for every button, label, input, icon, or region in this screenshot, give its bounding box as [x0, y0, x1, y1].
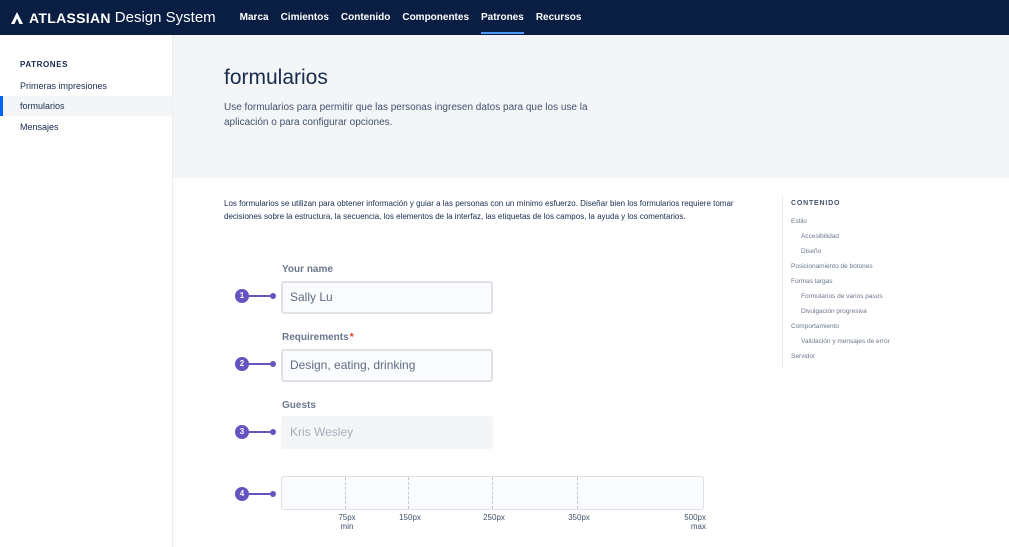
your-name-field[interactable]: Sally Lu — [281, 281, 493, 314]
marker-number: 2 — [235, 357, 249, 371]
marker-number: 4 — [235, 487, 249, 501]
sidebar-item-mensajes[interactable]: Mensajes — [0, 117, 172, 137]
width-guide-150 — [408, 477, 409, 509]
nav-marca[interactable]: Marca — [234, 0, 275, 35]
your-name-label: Your name — [282, 264, 333, 275]
nav-cimientos[interactable]: Cimientos — [275, 0, 335, 35]
toc-item-accesibilidad[interactable]: Accesibilidad — [801, 233, 839, 240]
page-hero: formularios Use formularios para permiti… — [173, 35, 1009, 178]
marker-number: 1 — [235, 289, 249, 303]
width-label-150: 150px — [399, 513, 421, 522]
page-description: Use formularios para permitir que las pe… — [224, 102, 588, 128]
requirements-field[interactable]: Design, eating, drinking — [281, 349, 493, 382]
toc-item-servidor[interactable]: Servidor — [791, 353, 815, 360]
sidebar-item-primeras-impresiones[interactable]: Primeras impresiones — [0, 76, 172, 96]
width-label-350: 350px — [568, 513, 590, 522]
toc-item-validacion[interactable]: Validación y mensajes de error — [801, 338, 890, 345]
sidebar-item-formularios[interactable]: formularios — [0, 96, 172, 116]
atlassian-logo[interactable]: ATLASSIAN Design System — [10, 9, 216, 26]
width-label-75: 75px min — [338, 513, 356, 531]
annotation-marker-4: 4 — [235, 487, 277, 501]
main-nav: Marca Cimientos Contenido Componentes Pa… — [234, 0, 588, 35]
nav-contenido[interactable]: Contenido — [335, 0, 396, 35]
toc-item-varios-pasos[interactable]: Formularios de varios pasos — [801, 293, 883, 300]
width-guide-75 — [345, 477, 346, 509]
annotation-marker-2: 2 — [235, 357, 277, 371]
toc-item-posicionamiento[interactable]: Posicionamiento de botones — [791, 263, 873, 270]
width-guide-350 — [577, 477, 578, 509]
table-of-contents: CONTENIDO Estilo Accesibilidad Diseño Po… — [782, 195, 982, 368]
requirements-label: Requirements* — [282, 332, 354, 343]
nav-patrones[interactable]: Patrones — [475, 0, 530, 35]
width-label-250: 250px — [483, 513, 505, 522]
sidebar-heading: PATRONES — [20, 60, 69, 69]
required-asterisk: * — [349, 332, 354, 343]
guests-label: Guests — [282, 400, 316, 411]
top-navigation: ATLASSIAN Design System Marca Cimientos … — [0, 0, 1009, 35]
toc-item-comportamiento[interactable]: Comportamiento — [791, 323, 839, 330]
brand-name: ATLASSIAN — [29, 9, 111, 26]
atlassian-logo-icon — [11, 11, 23, 24]
nav-recursos[interactable]: Recursos — [530, 0, 588, 35]
marker-number: 3 — [235, 425, 249, 439]
annotation-marker-1: 1 — [235, 289, 277, 303]
toc-item-divulgacion[interactable]: Divulgación progresiva — [801, 308, 867, 315]
annotation-marker-3: 3 — [235, 425, 277, 439]
width-label-500: 500px max — [684, 513, 706, 531]
nav-componentes[interactable]: Componentes — [396, 0, 475, 35]
field-width-scale — [281, 476, 704, 510]
toc-item-formas-largas[interactable]: Formas largas — [791, 278, 833, 285]
guests-field-disabled: Kris Wesley — [281, 416, 493, 449]
toc-title: CONTENIDO — [791, 200, 841, 207]
intro-paragraph: Los formularios se utilizan para obtener… — [224, 199, 734, 221]
product-name: Design System — [114, 9, 216, 26]
sidebar: PATRONES Primeras impresiones formulario… — [0, 35, 173, 547]
page-title: formularios — [224, 66, 328, 89]
toc-item-estilo[interactable]: Estilo — [791, 218, 807, 225]
toc-item-diseno[interactable]: Diseño — [801, 248, 821, 255]
width-guide-250 — [492, 477, 493, 509]
